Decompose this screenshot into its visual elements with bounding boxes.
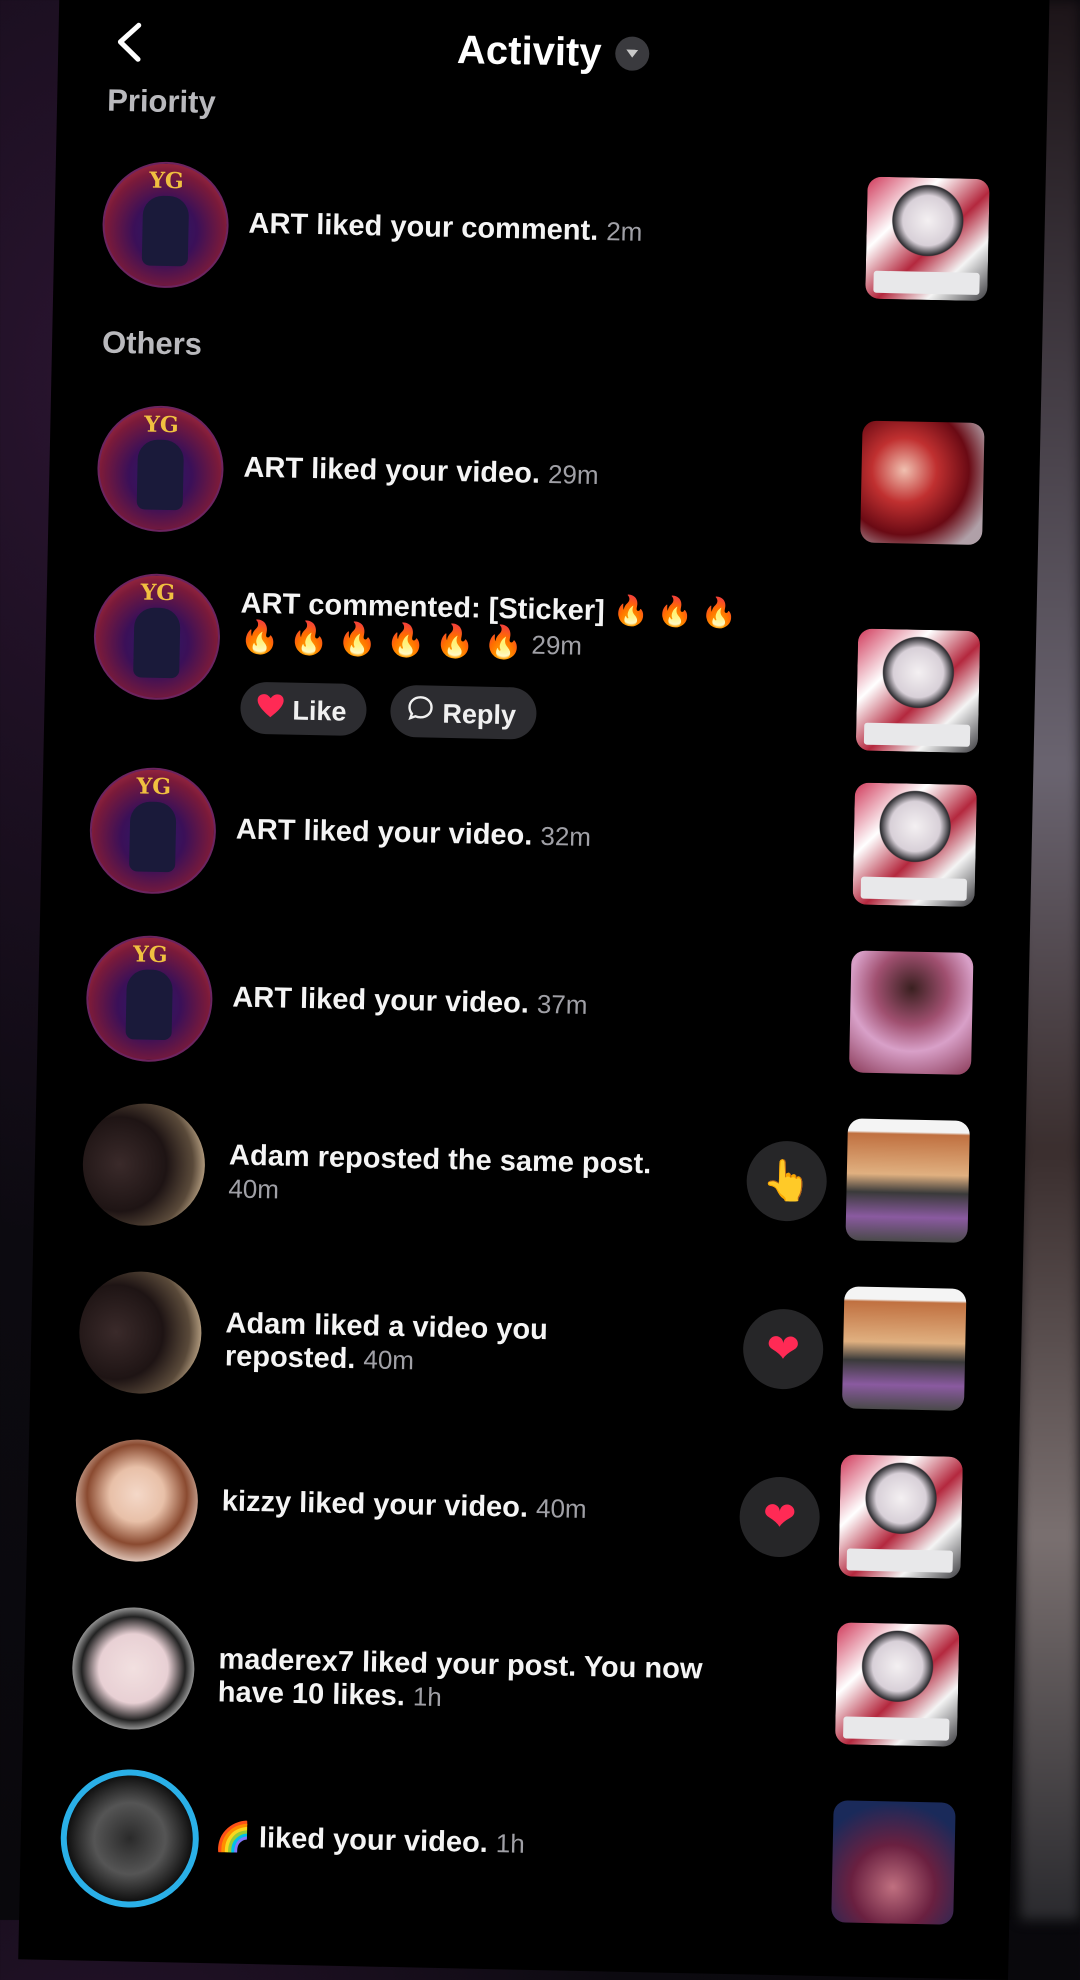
activity-item[interactable]: 🌈 liked your video. 1h bbox=[22, 1768, 1012, 1925]
heart-icon[interactable]: ❤ bbox=[738, 1476, 821, 1558]
avatar[interactable] bbox=[78, 1270, 203, 1395]
timestamp: 40m bbox=[535, 1492, 587, 1524]
activity-item[interactable]: maderex7 liked your post. You now have 1… bbox=[26, 1605, 1016, 1747]
post-thumbnail[interactable] bbox=[841, 1286, 967, 1411]
activity-item[interactable]: YG ART liked your video. 29m bbox=[51, 404, 1041, 546]
avatar-badge: YG bbox=[132, 941, 168, 969]
activity-text: ART liked your video. 37m bbox=[232, 981, 588, 1020]
post-thumbnail[interactable] bbox=[860, 420, 985, 546]
timestamp: 29m bbox=[531, 629, 583, 661]
activity-text: ART commented: [Sticker] 🔥 🔥 🔥 🔥 🔥 🔥 🔥 🔥… bbox=[239, 587, 738, 661]
avatar[interactable]: YG bbox=[96, 404, 225, 534]
activity-text: Adam reposted the same post. 40m bbox=[228, 1139, 652, 1205]
section-priority: Priority bbox=[106, 82, 217, 120]
timestamp: 37m bbox=[536, 988, 588, 1020]
avatar[interactable]: YG bbox=[85, 934, 214, 1064]
timestamp: 32m bbox=[540, 820, 592, 852]
timestamp: 29m bbox=[547, 458, 599, 491]
activity-text: 🌈 liked your video. 1h bbox=[214, 1821, 526, 1859]
timestamp: 2m bbox=[605, 216, 643, 247]
post-thumbnail[interactable] bbox=[848, 950, 974, 1075]
post-thumbnail[interactable] bbox=[845, 1118, 970, 1243]
activity-item[interactable]: YG ART commented: [Sticker] 🔥 🔥 🔥 🔥 🔥 🔥 … bbox=[47, 571, 1037, 754]
activity-item[interactable]: Adam liked a video you reposted. 40m ❤ bbox=[33, 1269, 1023, 1411]
pointing-hand-icon[interactable]: 👆 bbox=[745, 1140, 828, 1222]
page-title-dropdown[interactable]: Activity bbox=[58, 18, 1049, 86]
avatar[interactable] bbox=[81, 1102, 207, 1227]
avatar[interactable] bbox=[74, 1438, 200, 1563]
post-thumbnail[interactable] bbox=[865, 176, 990, 302]
chevron-down-icon bbox=[615, 36, 650, 72]
avatar[interactable]: YG bbox=[101, 160, 230, 290]
avatar-badge: YG bbox=[140, 579, 176, 607]
avatar-badge: YG bbox=[148, 167, 185, 195]
activity-text: ART liked your video. 29m bbox=[243, 451, 599, 491]
activity-item[interactable]: kizzy liked your video. 40m ❤ bbox=[29, 1437, 1019, 1579]
activity-screen: Activity Priority YG ART liked your comm… bbox=[18, 0, 1050, 1980]
avatar[interactable]: YG bbox=[88, 766, 218, 896]
avatar[interactable]: YG bbox=[92, 572, 222, 702]
heart-icon bbox=[256, 684, 285, 737]
activity-item[interactable]: YG ART liked your comment. 2m bbox=[56, 160, 1046, 302]
section-others: Others bbox=[101, 324, 203, 362]
activity-text: kizzy liked your video. 40m bbox=[221, 1485, 587, 1524]
timestamp: 40m bbox=[228, 1173, 280, 1205]
page-title: Activity bbox=[456, 27, 602, 75]
post-thumbnail[interactable] bbox=[855, 628, 981, 754]
activity-text: maderex7 liked your post. You now have 1… bbox=[217, 1643, 703, 1713]
activity-item[interactable]: Adam reposted the same post. 40m 👆 bbox=[36, 1101, 1026, 1243]
activity-item[interactable]: YG ART liked your video. 37m bbox=[40, 933, 1030, 1075]
post-thumbnail[interactable] bbox=[834, 1622, 960, 1747]
activity-item[interactable]: YG ART liked your video. 32m bbox=[43, 765, 1033, 907]
avatar-badge: YG bbox=[143, 411, 179, 439]
timestamp: 1h bbox=[412, 1681, 443, 1713]
avatar-with-story-ring[interactable] bbox=[59, 1768, 201, 1909]
post-thumbnail[interactable] bbox=[831, 1800, 956, 1925]
timestamp: 1h bbox=[495, 1828, 526, 1859]
activity-text: ART liked your comment. 2m bbox=[248, 207, 643, 247]
activity-text: ART liked your video. 32m bbox=[235, 813, 592, 852]
heart-icon[interactable]: ❤ bbox=[742, 1308, 824, 1390]
comment-bubble-icon bbox=[406, 687, 435, 740]
post-thumbnail[interactable] bbox=[838, 1454, 963, 1579]
avatar-badge: YG bbox=[136, 773, 172, 801]
activity-text: Adam liked a video you reposted. 40m bbox=[224, 1307, 549, 1376]
timestamp: 40m bbox=[363, 1344, 415, 1376]
like-comment-button[interactable]: Like bbox=[239, 681, 368, 737]
reply-button[interactable]: Reply bbox=[389, 684, 537, 740]
avatar[interactable] bbox=[71, 1606, 196, 1731]
post-thumbnail[interactable] bbox=[852, 782, 978, 907]
